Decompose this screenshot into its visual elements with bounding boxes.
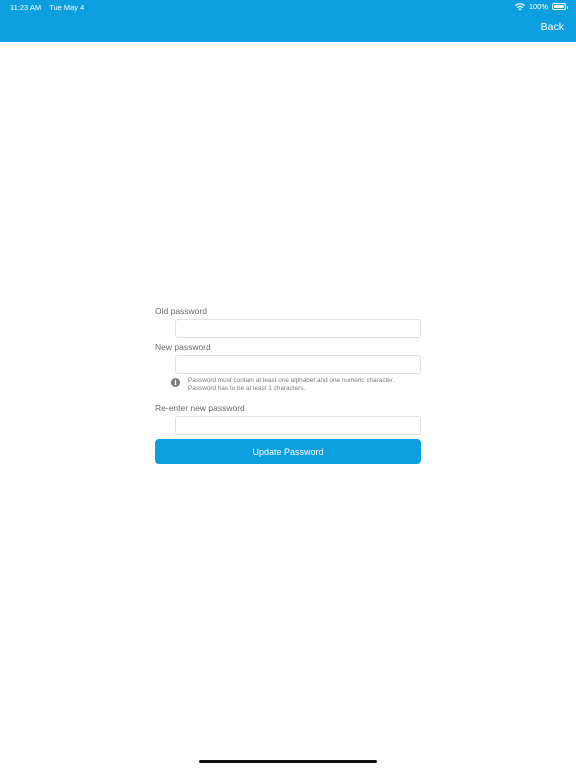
update-password-button[interactable]: Update Password [155, 439, 421, 464]
old-password-label: Old password [155, 306, 207, 316]
new-password-label: New password [155, 342, 211, 352]
status-time: 11:23 AM [10, 3, 42, 12]
password-hint-line-2: Password has to be at least 1 characters… [188, 385, 306, 392]
battery-percent: 100% [528, 2, 548, 11]
wifi-icon [514, 2, 525, 10]
reenter-password-input[interactable] [175, 416, 421, 435]
home-indicator [199, 760, 377, 763]
status-bar-left: 11:23 AM Tue May 4 [10, 3, 84, 12]
password-hint: i Password must contain at least one alp… [171, 377, 421, 393]
password-hint-line-1: Password must contain at least one alpha… [188, 377, 395, 384]
battery-icon [552, 3, 568, 10]
back-button[interactable]: Back [541, 21, 564, 33]
password-hint-text: Password must contain at least one alpha… [188, 377, 394, 393]
old-password-input[interactable] [175, 319, 421, 338]
info-icon: i [171, 378, 180, 387]
status-bar-right: 100% [514, 2, 568, 11]
top-bar: 11:23 AM Tue May 4 100% Back [0, 0, 576, 42]
new-password-input[interactable] [175, 355, 421, 374]
reenter-password-label: Re-enter new password [155, 403, 245, 413]
status-date: Tue May 4 [49, 3, 85, 12]
